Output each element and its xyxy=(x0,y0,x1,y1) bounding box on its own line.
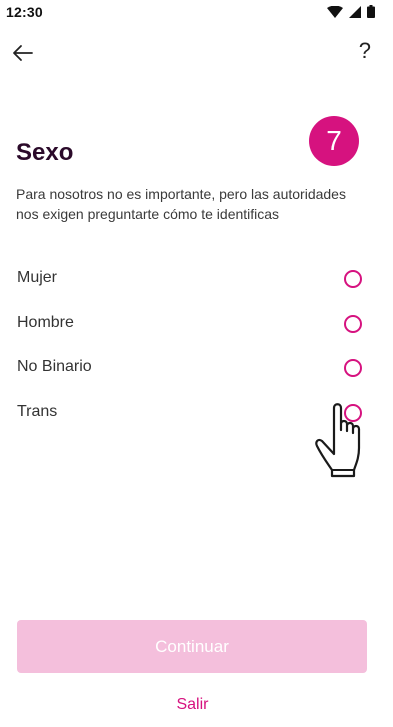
radio-button[interactable] xyxy=(344,404,362,423)
battery-icon xyxy=(367,5,375,18)
option-label: No Binario xyxy=(17,358,92,376)
radio-button[interactable] xyxy=(344,359,362,378)
option-label: Hombre xyxy=(17,313,74,331)
option-label: Trans xyxy=(17,403,58,421)
option-trans[interactable]: Trans xyxy=(0,396,393,441)
wifi-icon xyxy=(327,5,343,18)
radio-button[interactable] xyxy=(344,314,362,333)
status-time: 12:30 xyxy=(6,4,43,20)
page-title: Sexo xyxy=(16,139,74,166)
option-mujer[interactable]: Mujer xyxy=(0,262,393,307)
option-hombre[interactable]: Hombre xyxy=(0,307,393,352)
back-button[interactable] xyxy=(10,40,36,66)
help-button[interactable]: ? xyxy=(359,38,371,64)
option-no-binario[interactable]: No Binario xyxy=(0,351,393,396)
step-badge: 7 xyxy=(309,116,359,166)
cell-signal-icon xyxy=(349,5,361,18)
status-bar: 12:30 xyxy=(0,0,393,24)
sex-options-list: Mujer Hombre No Binario Trans xyxy=(0,262,393,441)
option-label: Mujer xyxy=(17,269,58,286)
page-description: Para nosotros no es importante, pero las… xyxy=(16,186,346,222)
continue-button[interactable]: Continuar xyxy=(17,620,367,673)
status-icons xyxy=(327,5,375,18)
exit-link[interactable]: Salir xyxy=(0,696,385,714)
arrow-left-icon xyxy=(13,45,33,61)
radio-button[interactable] xyxy=(344,270,362,288)
